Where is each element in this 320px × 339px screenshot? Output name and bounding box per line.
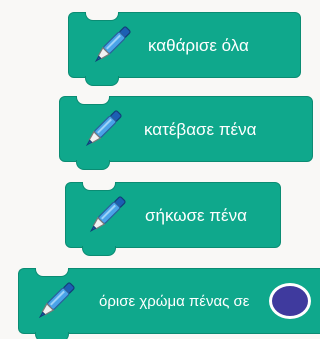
pen-icon (94, 26, 131, 63)
pen-icon (38, 282, 75, 319)
pen-up-block[interactable]: σήκωσε πένα (65, 182, 281, 256)
set-pen-color-block[interactable]: όρισε χρώμα πένας σε (18, 268, 320, 339)
clear-all-block[interactable]: καθάρισε όλα (68, 12, 301, 86)
pen-down-block[interactable]: κατέβασε πένα (59, 96, 313, 170)
pen-up-label: σήκωσε πένα (145, 206, 247, 225)
pen-color-swatch[interactable] (269, 283, 311, 319)
pen-icon (89, 196, 126, 233)
pen-down-label: κατέβασε πένα (144, 120, 257, 139)
block-palette: καθάρισε όλα κατέβασε πένα σήκωσε πένα ό… (0, 0, 320, 339)
pen-icon (85, 110, 122, 147)
clear-all-label: καθάρισε όλα (148, 36, 249, 55)
set-pen-color-label: όρισε χρώμα πένας σε (99, 293, 250, 310)
